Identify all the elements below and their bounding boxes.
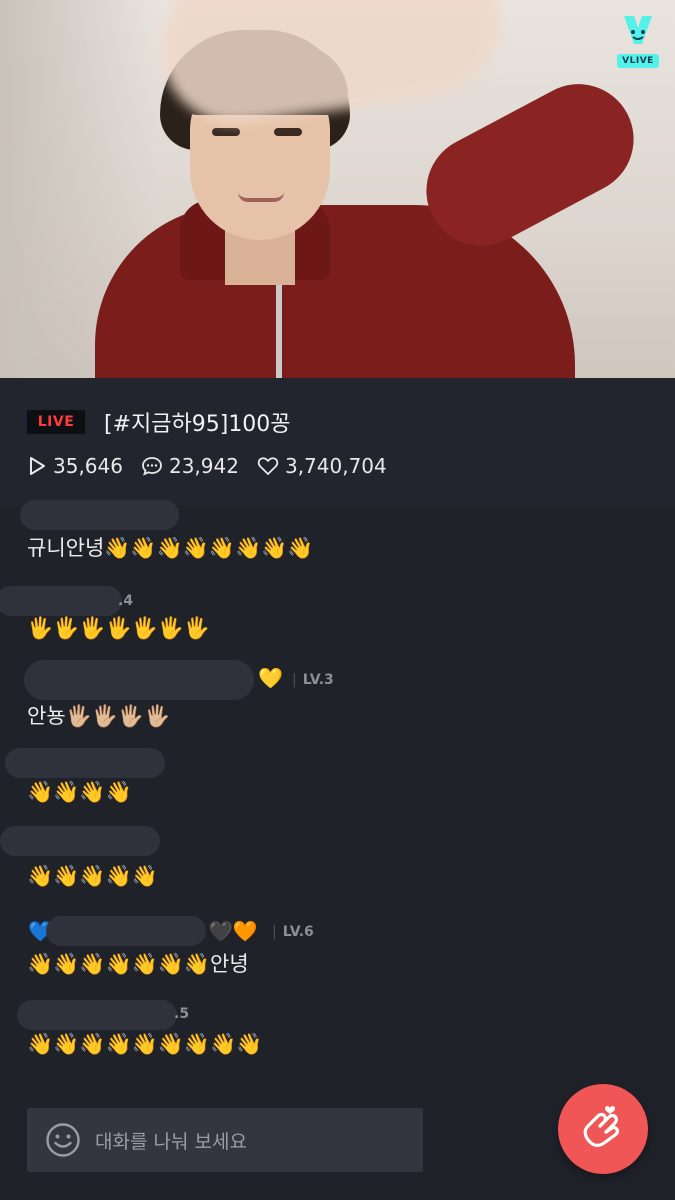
finger-heart-icon bbox=[583, 1106, 619, 1147]
play-count-value: 35,646 bbox=[53, 454, 123, 478]
chat-input[interactable]: 대화를 나눠 보세요 bbox=[27, 1108, 423, 1172]
heart-icon bbox=[257, 457, 279, 475]
comment-count: 23,942 bbox=[141, 454, 239, 478]
chat-message-text: 규니안녕👋👋👋👋👋👋👋👋 bbox=[27, 536, 314, 560]
user-level: | LV.3 bbox=[292, 672, 334, 688]
user-name-redacted[interactable] bbox=[17, 1000, 177, 1030]
chat-message-text: 👋👋👋👋👋👋👋안녕 bbox=[27, 952, 249, 976]
user-level: .5 bbox=[174, 1006, 190, 1022]
heart-count-value: 3,740,704 bbox=[284, 454, 387, 478]
chat-message: 👋👋👋👋👋 bbox=[0, 826, 675, 888]
chat-message: 규니안녕👋👋👋👋👋👋👋👋 bbox=[0, 500, 675, 560]
broadcast-title: [#지금하95]100꽁 bbox=[104, 412, 291, 437]
chat-input-placeholder: 대화를 나눠 보세요 bbox=[95, 1130, 247, 1153]
chat-message-text: 🖐🖐🖐🖐🖐🖐🖐 bbox=[27, 616, 211, 640]
user-name-redacted[interactable] bbox=[0, 826, 160, 856]
chat-message-text: 👋👋👋👋👋👋👋👋👋 bbox=[27, 1032, 263, 1056]
chat-message-text: 안뇽🖐🏼🖐🏼🖐🏼🖐🏼 bbox=[27, 704, 171, 728]
comment-count-value: 23,942 bbox=[168, 454, 239, 478]
heart-count: 3,740,704 bbox=[257, 454, 387, 478]
yellow-heart-icon: 💛 bbox=[258, 666, 283, 690]
user-name-redacted[interactable] bbox=[20, 500, 179, 530]
chat-message-text: 👋👋👋👋👋 bbox=[27, 864, 158, 888]
user-name-redacted[interactable] bbox=[24, 660, 254, 700]
emoji-smile-icon[interactable] bbox=[45, 1122, 81, 1158]
video-player[interactable]: VLIVE bbox=[0, 0, 675, 378]
user-level: | LV.6 bbox=[272, 924, 314, 940]
user-name-redacted[interactable] bbox=[46, 916, 206, 946]
play-icon bbox=[30, 457, 45, 475]
broadcast-stats: 35,646 23,942 3,740,704 bbox=[27, 452, 405, 480]
finger-heart-button[interactable] bbox=[558, 1084, 648, 1174]
comment-icon bbox=[142, 457, 162, 476]
vlive-logo: VLIVE bbox=[617, 12, 659, 68]
chat-message: .4 🖐🖐🖐🖐🖐🖐🖐 bbox=[0, 586, 675, 640]
broadcast-info bbox=[0, 378, 675, 506]
play-count: 35,646 bbox=[27, 454, 123, 478]
chat-message: 👋👋👋👋 bbox=[0, 748, 675, 804]
user-level: .4 bbox=[118, 593, 134, 609]
user-name-redacted[interactable] bbox=[5, 748, 165, 778]
black-orange-heart-icons: 🖤🧡 bbox=[208, 919, 258, 943]
vlive-app: VLIVE LIVE [#지금하95]100꽁 35,646 23,942 3,… bbox=[0, 0, 675, 1200]
chat-message: .5 👋👋👋👋👋👋👋👋👋 bbox=[0, 1000, 675, 1056]
chat-message-text: 👋👋👋👋 bbox=[27, 780, 132, 804]
live-badge: LIVE bbox=[27, 410, 85, 434]
vlive-v-icon bbox=[624, 16, 652, 44]
chat-message: 💙 🖤🧡 | LV.6 👋👋👋👋👋👋👋안녕 bbox=[0, 916, 675, 976]
chat-message: 💛 | LV.3 안뇽🖐🏼🖐🏼🖐🏼🖐🏼 bbox=[0, 660, 675, 728]
vlive-logo-text: VLIVE bbox=[617, 54, 659, 68]
user-name-redacted[interactable] bbox=[0, 586, 122, 616]
